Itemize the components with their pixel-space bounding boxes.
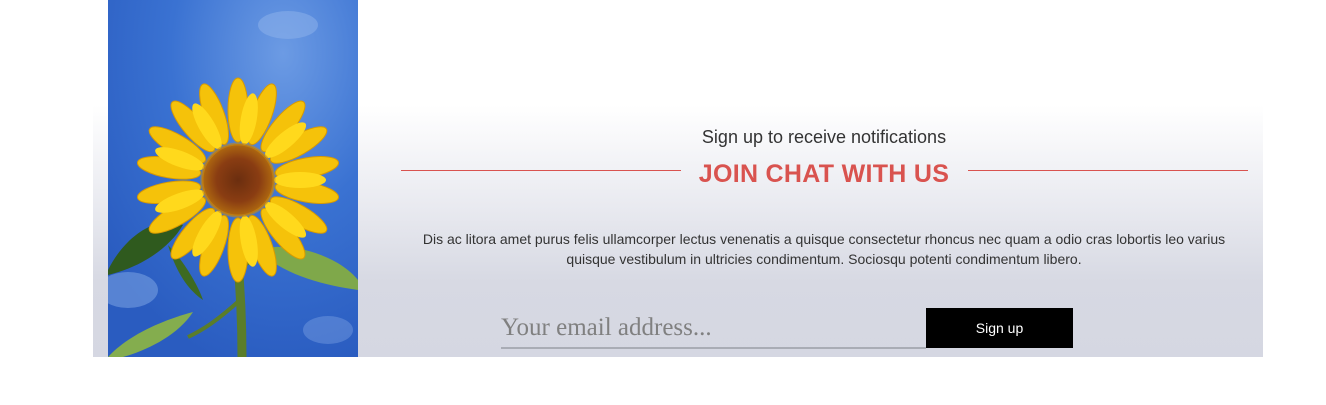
signup-form: Sign up — [501, 308, 1073, 349]
sign-up-button[interactable]: Sign up — [926, 308, 1073, 348]
signup-title: JOIN CHAT WITH US — [698, 160, 950, 188]
page: Sign up to receive notifications JOIN CH… — [0, 0, 1326, 405]
signup-section: Sign up to receive notifications JOIN CH… — [358, 0, 1263, 357]
sunflower-image — [108, 0, 358, 357]
signup-kicker: Sign up to receive notifications — [701, 127, 947, 147]
signup-description: Dis ac litora amet purus felis ullamcorp… — [422, 231, 1226, 267]
email-input[interactable] — [501, 308, 926, 349]
sunflower-photo — [108, 0, 358, 357]
